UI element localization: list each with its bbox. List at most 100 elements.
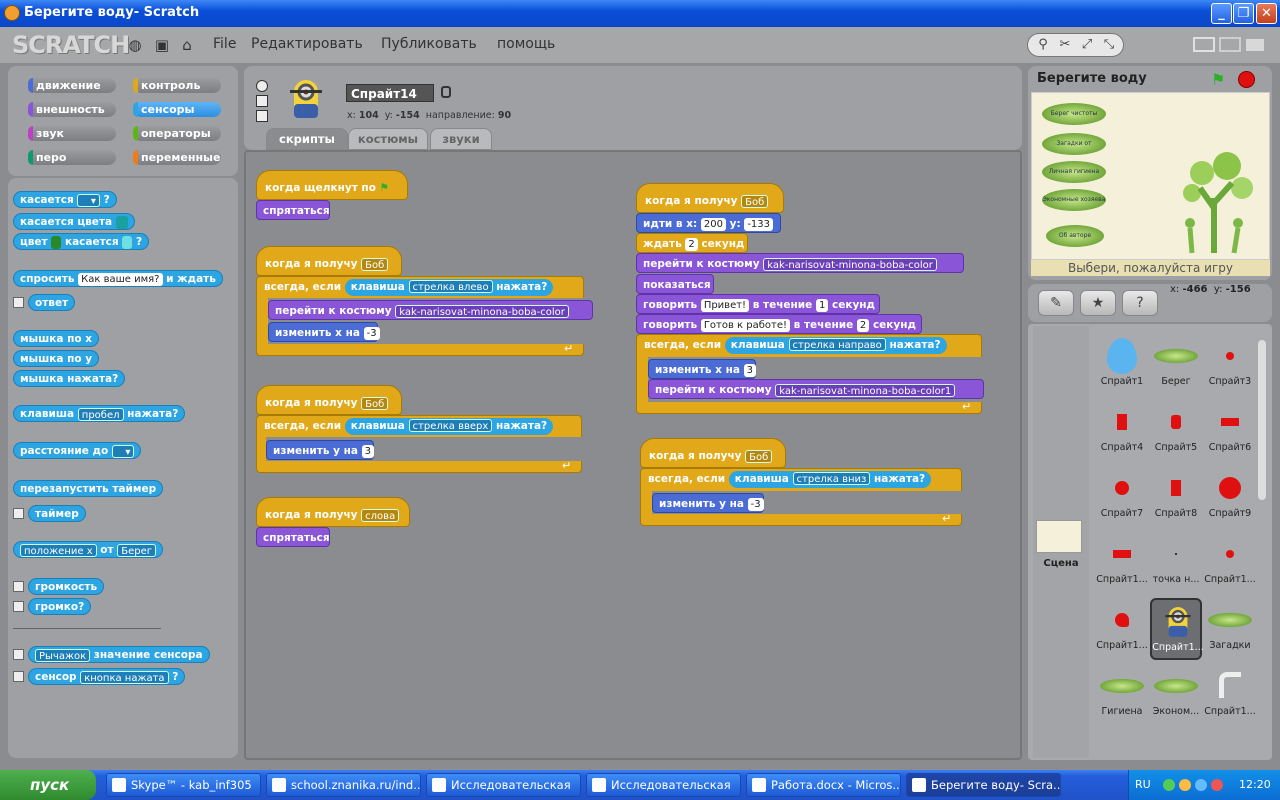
random-sprite-button[interactable]: ? xyxy=(1122,290,1158,316)
goto-xy-block[interactable]: идти в x: 200 y: -133 xyxy=(636,213,781,233)
when-receive-hat[interactable]: когда я получу Боб xyxy=(256,246,402,276)
sensor-checkbox[interactable] xyxy=(13,671,24,682)
close-button[interactable]: ✕ xyxy=(1256,3,1277,24)
delete-icon[interactable]: ✂ xyxy=(1056,37,1074,55)
stage-leaf-button[interactable]: Личная гигиена xyxy=(1042,161,1106,183)
rotate-style-icon[interactable] xyxy=(256,80,268,92)
task-scratch[interactable]: Берегите воду- Scra... xyxy=(906,773,1061,797)
sprite-thumbnail[interactable]: Гигиена xyxy=(1096,664,1148,726)
stage-leaf-button[interactable]: Берег чистоты xyxy=(1042,103,1106,125)
category-4[interactable]: сенсоры xyxy=(133,102,221,117)
distance-block[interactable]: расстояние до ▾ xyxy=(13,442,142,459)
task-folder[interactable]: Исследовательская xyxy=(586,773,741,797)
loud-checkbox[interactable] xyxy=(13,601,24,612)
category-5[interactable]: звук xyxy=(28,126,116,141)
flip-style-icon[interactable] xyxy=(256,95,268,107)
save-icon[interactable]: ▣ xyxy=(153,36,171,54)
tab-scripts[interactable]: скрипты xyxy=(266,128,348,150)
when-receive-hat[interactable]: когда я получу Боб xyxy=(640,438,786,468)
switch-costume-block[interactable]: перейти к костюму kak-narisovat-minona-b… xyxy=(268,300,593,320)
sprite-thumbnail[interactable]: Спрайт4 xyxy=(1096,400,1148,462)
tray-icon[interactable] xyxy=(1211,779,1223,791)
sensor-value-checkbox[interactable] xyxy=(13,649,24,660)
when-flag-hat[interactable]: когда щелкнут по ⚑ xyxy=(256,170,408,200)
sprite-thumbnail[interactable]: Спрайт1... xyxy=(1204,532,1256,594)
sprite-thumbnail[interactable]: Спрайт9 xyxy=(1204,466,1256,528)
presentation-icon[interactable] xyxy=(1246,39,1264,51)
sensor-pressed-block[interactable]: сенсор кнопка нажата ? xyxy=(28,668,186,685)
sprite-thumbnail[interactable]: Берег xyxy=(1150,334,1202,396)
task-skype[interactable]: Skype™ - kab_inf305 xyxy=(106,773,261,797)
stop-icon[interactable] xyxy=(1238,71,1255,88)
stage-leaf-button[interactable]: Загадки от Капельки xyxy=(1042,133,1106,169)
choose-sprite-button[interactable]: ★ xyxy=(1080,290,1116,316)
switch-costume-block[interactable]: перейти к костюму kak-narisovat-minona-b… xyxy=(636,253,964,273)
minimize-button[interactable]: _ xyxy=(1211,3,1232,24)
menu-edit[interactable]: Редактировать xyxy=(251,36,363,52)
answer-checkbox[interactable] xyxy=(13,297,24,308)
category-3[interactable]: внешность xyxy=(28,102,116,117)
menu-file[interactable]: File xyxy=(213,36,236,52)
switch-costume-block[interactable]: перейти к костюму kak-narisovat-minona-b… xyxy=(648,379,984,399)
stage-leaf-button[interactable]: Об авторе xyxy=(1046,225,1104,247)
say-block[interactable]: говорить Привет! в течение 1 секунд xyxy=(636,294,880,314)
category-1[interactable]: движение xyxy=(28,78,116,93)
timer-checkbox[interactable] xyxy=(13,508,24,519)
start-button[interactable]: пуск xyxy=(0,770,96,800)
sprite-thumbnail[interactable]: Спрайт5 xyxy=(1150,400,1202,462)
touching-block[interactable]: касается ▾ ? xyxy=(13,191,117,208)
loud-block[interactable]: громко? xyxy=(28,598,92,615)
globe-icon[interactable]: ◍ xyxy=(126,36,144,54)
sprite-thumbnail[interactable]: Спрайт1... xyxy=(1204,664,1256,726)
maximize-button[interactable]: ❐ xyxy=(1233,3,1254,24)
tray-icon[interactable] xyxy=(1179,779,1191,791)
sprite-thumbnail[interactable]: Спрайт1 xyxy=(1096,334,1148,396)
stage-thumbnail[interactable] xyxy=(1036,520,1082,553)
grow-icon[interactable]: ⤢ xyxy=(1078,37,1096,55)
sprite-thumbnail[interactable]: Спрайт7 xyxy=(1096,466,1148,528)
tab-costumes[interactable]: костюмы xyxy=(348,128,428,150)
stage[interactable]: Берег чистоты Загадки от Капельки Личная… xyxy=(1031,92,1270,260)
sprite-thumbnail[interactable]: Спрайт3 xyxy=(1204,334,1256,396)
mouse-y-block[interactable]: мышка по y xyxy=(13,350,100,367)
small-stage-icon[interactable] xyxy=(1193,37,1215,52)
paint-sprite-button[interactable]: ✎ xyxy=(1038,290,1074,316)
reset-timer-block[interactable]: перезапустить таймер xyxy=(13,480,164,497)
sprite-thumbnail[interactable]: Спрайт1... xyxy=(1096,598,1148,660)
stage-leaf-button[interactable]: Экономные хозяева xyxy=(1042,189,1106,211)
sprite-thumbnail[interactable]: точка н... xyxy=(1150,532,1202,594)
change-y-block[interactable]: изменить у на -3 xyxy=(652,493,764,513)
timer-block[interactable]: таймер xyxy=(28,505,86,522)
menu-share[interactable]: Публиковать xyxy=(381,36,477,52)
sensor-value-block[interactable]: Рычажок значение сенсора xyxy=(28,646,210,663)
sprite-thumbnail[interactable]: Спрайт1... xyxy=(1150,598,1204,660)
loudness-block[interactable]: громкость xyxy=(28,578,105,595)
change-x-block[interactable]: изменить х на 3 xyxy=(648,359,756,379)
hide-block[interactable]: спрятаться xyxy=(256,200,330,220)
change-x-block[interactable]: изменить х на -3 xyxy=(268,322,380,342)
when-receive-hat[interactable]: когда я получу Боб xyxy=(636,183,784,213)
tray-icon[interactable] xyxy=(1195,779,1207,791)
answer-block[interactable]: ответ xyxy=(28,294,76,311)
category-2[interactable]: контроль xyxy=(133,78,221,93)
show-block[interactable]: показаться xyxy=(636,274,714,294)
shrink-icon[interactable]: ⤡ xyxy=(1100,37,1118,55)
touching-color-block[interactable]: касается цвета xyxy=(13,213,135,230)
sprite-thumbnail[interactable]: Спрайт8 xyxy=(1150,466,1202,528)
share-icon[interactable]: ⌂ xyxy=(178,36,196,54)
sprite-thumbnail[interactable]: Спрайт6 xyxy=(1204,400,1256,462)
sprite-thumbnail[interactable]: Эконом... xyxy=(1150,664,1202,726)
category-8[interactable]: переменные xyxy=(133,150,221,165)
tray-icon[interactable] xyxy=(1163,779,1175,791)
when-receive-hat[interactable]: когда я получу слова xyxy=(256,497,410,527)
attribute-of-block[interactable]: положение x от Берег xyxy=(13,541,164,558)
mouse-x-block[interactable]: мышка по x xyxy=(13,330,99,347)
sprite-name-field[interactable]: Спрайт14 xyxy=(346,84,434,102)
when-receive-hat[interactable]: когда я получу Боб xyxy=(256,385,402,415)
key-pressed-block[interactable]: клавиша пробел нажата? xyxy=(13,405,186,422)
sprite-thumbnail[interactable]: Загадки xyxy=(1204,598,1256,660)
language-indicator[interactable]: RU xyxy=(1135,778,1151,791)
sprite-list-scrollbar[interactable] xyxy=(1258,340,1266,500)
color-touches-block[interactable]: цвет касается ? xyxy=(13,233,150,250)
task-browser[interactable]: school.znanika.ru/ind... xyxy=(266,773,421,797)
